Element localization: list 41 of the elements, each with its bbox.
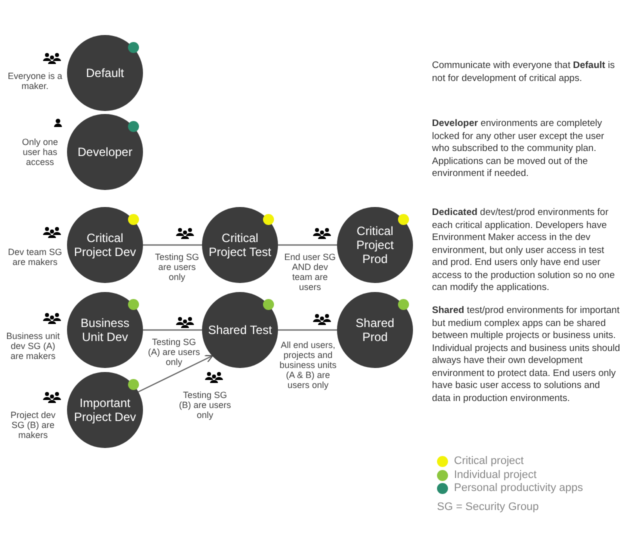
description-paragraph: Dedicated dev/test/prod environments for each critical application. Developers have Environment Maker access in the dev environment, but only user access in test and prod. End users only have end user access to the production solution so no one can modify the applications. [432,207,616,294]
environment-name: Developer [76,145,134,159]
environment-name: Critical Project Test [208,231,272,259]
access-note: Testing SG are users only [154,252,200,282]
environment-name: Shared Prod [354,316,396,344]
connector-line [278,329,337,331]
legend-label: Critical project [454,455,524,468]
role-note: Dev team SG are makers [6,247,64,267]
people-group-icon [43,391,61,403]
access-note: Testing SG (B) are users only [178,390,232,420]
role-note: Everyone is a maker. [6,71,64,91]
access-note: All end users, projects and business units (A & B) are users only [279,340,337,390]
access-note: End user SG AND dev team are users [283,252,337,292]
access-note: Testing SG (A) are users only [146,337,201,367]
people-group-icon [313,227,331,239]
environment-name: Default [84,66,126,80]
connector-line [143,244,202,246]
person-icon [54,118,62,127]
environment-name: Business Unit Dev [80,316,130,344]
role-note: Project dev SG (B) are makers [9,410,57,440]
environment-name: Critical Project Prod [355,224,395,266]
people-group-icon [176,316,194,328]
people-group-icon [43,226,61,238]
people-group-icon [205,371,223,383]
description-paragraph: Developer environments are completely locked for any other user except the user who subscribed to the community plan. Applications can be moved out of the environment if needed. [432,118,606,180]
role-note: Only one user has access [20,137,60,167]
people-group-icon [43,52,61,64]
legend-footnote: SG = Security Group [437,501,539,514]
connector-line [278,244,337,246]
description-paragraph: Communicate with everyone that Default is not for development of critical apps. [432,60,616,85]
people-group-icon [313,313,331,325]
description-paragraph: Shared test/prod environments for important but medium complex apps can be shared between multiple projects or business units. Individual projects and business units should always have their own development environment to protect data. End users only have basic user access to solutions and data in production environments. [432,305,620,405]
people-group-icon [176,227,194,239]
legend-label: Individual project [454,468,537,482]
environment-name: Shared Test [208,323,272,337]
environment-name: Important Project Dev [73,396,137,424]
legend-label: Personal productivity apps [454,482,584,495]
environment-name: Critical Project Dev [73,231,137,259]
people-group-icon [43,312,61,324]
role-note: Business unit dev SG (A) are makers [5,331,61,361]
connector-line [143,329,202,331]
